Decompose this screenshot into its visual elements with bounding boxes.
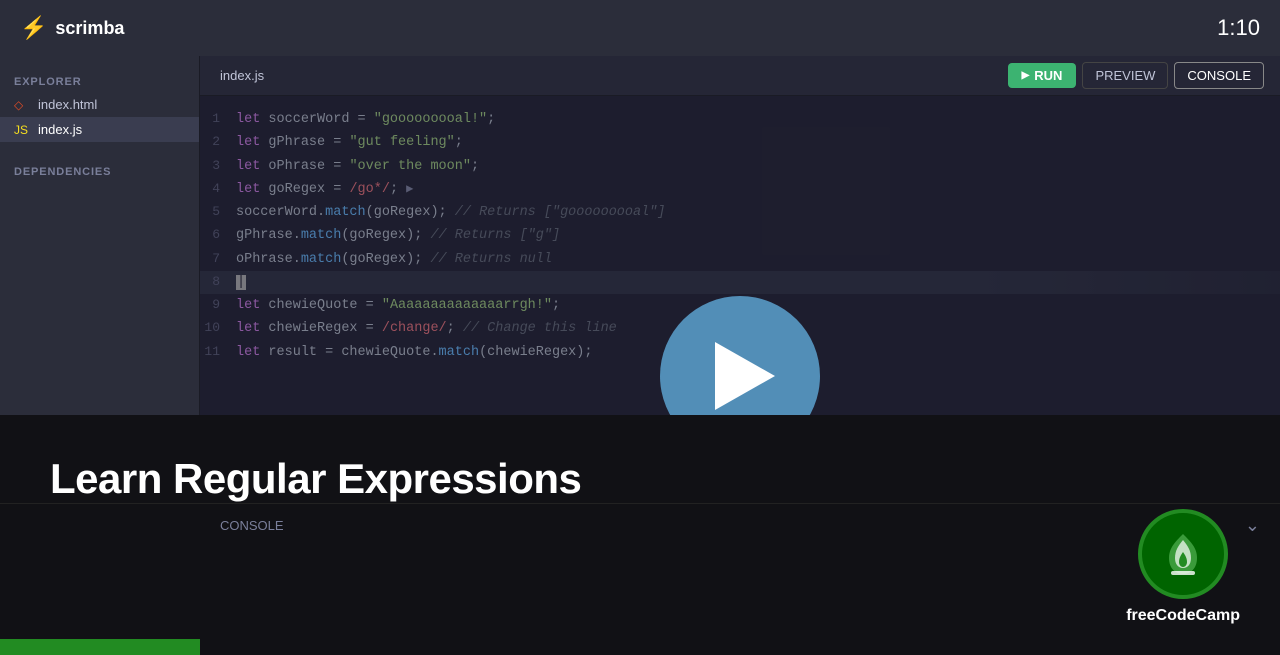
fcc-badge: freeCodeCamp xyxy=(1126,509,1240,625)
logo: ⚡ scrimba xyxy=(20,15,124,41)
green-bottom-bar xyxy=(0,639,200,655)
editor-area: index.js ▶ RUN PREVIEW CONSOLE 1 let soc… xyxy=(200,56,1280,655)
toolbar-buttons: ▶ RUN PREVIEW CONSOLE xyxy=(1008,62,1264,89)
scrimba-logo-icon: ⚡ xyxy=(20,15,47,41)
run-button[interactable]: ▶ RUN xyxy=(1008,63,1077,88)
course-title: Learn Regular Expressions xyxy=(0,415,1280,503)
code-line-7: 7 oPhrase.match(goRegex); // Returns nul… xyxy=(200,248,1280,271)
fcc-label: freeCodeCamp xyxy=(1126,607,1240,625)
active-file-tab[interactable]: index.js xyxy=(216,68,268,83)
sidebar-item-js[interactable]: JS index.js xyxy=(0,117,199,142)
code-line-6: 6 gPhrase.match(goRegex); // Returns ["g… xyxy=(200,224,1280,247)
console-button[interactable]: CONSOLE xyxy=(1174,62,1264,89)
timer-display: 1:10 xyxy=(1217,15,1260,41)
fcc-logo-svg xyxy=(1157,528,1209,580)
code-line-3: 3 let oPhrase = "over the moon"; xyxy=(200,155,1280,178)
console-bar-label: CONSOLE xyxy=(220,518,284,533)
play-icon xyxy=(715,342,775,410)
console-chevron-icon: ⌄ xyxy=(1245,515,1260,536)
preview-label: PREVIEW xyxy=(1095,68,1155,83)
sidebar-item-html[interactable]: ◇ index.html xyxy=(0,92,199,117)
explorer-title: EXPLORER xyxy=(0,68,199,92)
console-label: CONSOLE xyxy=(1187,68,1251,83)
dependencies-title: DEPENDENCIES xyxy=(0,158,199,182)
main-area: EXPLORER ◇ index.html JS index.js DEPEND… xyxy=(0,56,1280,655)
code-line-2: 2 let gPhrase = "gut feeling"; xyxy=(200,131,1280,154)
bottom-panel: Learn Regular Expressions CONSOLE ⌄ xyxy=(0,415,1280,655)
run-play-icon: ▶ xyxy=(1022,70,1030,81)
editor-toolbar: index.js ▶ RUN PREVIEW CONSOLE xyxy=(200,56,1280,96)
code-line-5: 5 soccerWord.match(goRegex); // Returns … xyxy=(200,201,1280,224)
code-line-4: 4 let goRegex = /go*/; ▶ xyxy=(200,178,1280,201)
console-bar[interactable]: CONSOLE ⌄ xyxy=(0,503,1280,547)
sidebar-item-label: index.js xyxy=(38,122,82,137)
js-icon: JS xyxy=(14,123,30,137)
fcc-logo xyxy=(1138,509,1228,599)
top-nav: ⚡ scrimba 1:10 xyxy=(0,0,1280,56)
run-label: RUN xyxy=(1034,68,1062,83)
code-line-8: 8 | xyxy=(200,271,1280,294)
sidebar-item-label: index.html xyxy=(38,97,97,112)
preview-button[interactable]: PREVIEW xyxy=(1082,62,1168,89)
html-icon: ◇ xyxy=(14,98,30,112)
logo-text: scrimba xyxy=(55,18,124,39)
code-line-1: 1 let soccerWord = "gooooooooal!"; xyxy=(200,108,1280,131)
